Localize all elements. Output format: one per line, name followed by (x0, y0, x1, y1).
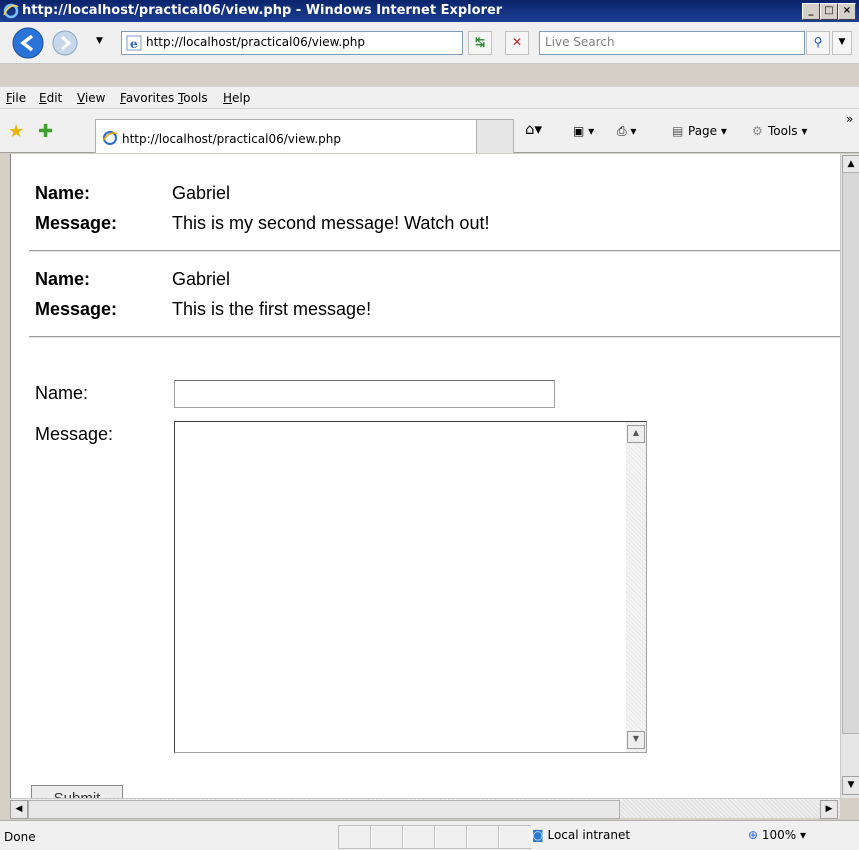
title-bar[interactable]: http://localhost/practical06/view.php - … (0, 0, 859, 22)
menu-file[interactable]: File (6, 91, 26, 105)
page-icon: e (126, 35, 142, 51)
status-panel (370, 825, 404, 849)
vertical-scroll-thumb[interactable] (842, 172, 859, 734)
page-horizontal-scrollbar[interactable]: ◀ ▶ (10, 798, 840, 819)
message-field-label: Message: (35, 424, 114, 444)
page-menu-icon: ▤ (672, 124, 684, 138)
message-text-value: This is my second message! Watch out! (172, 213, 490, 233)
command-toolbar: ★ ✚ http://localhost/practical06/view.ph… (0, 109, 859, 153)
favorites-star-icon[interactable]: ★ (8, 121, 24, 142)
status-panel (434, 825, 468, 849)
menu-bar: File Edit View Favorites Tools Help (0, 87, 859, 109)
address-text: http://localhost/practical06/view.php (146, 35, 365, 49)
feeds-icon[interactable]: ▣ ▾ (573, 124, 594, 138)
status-bar: Done ◙ Local intranet ⊕ 100% ▾ (0, 820, 859, 850)
page-tab-icon (102, 131, 118, 145)
message-text-value: This is the first message! (172, 299, 372, 319)
zoom-icon: ⊕ (748, 828, 759, 842)
tools-menu-button[interactable]: Tools ▾ (768, 124, 807, 138)
close-window-button[interactable]: × (838, 3, 856, 20)
status-panel (466, 825, 500, 849)
divider (29, 336, 840, 338)
print-icon[interactable]: ⎙ ▾ (617, 124, 636, 139)
scroll-up-icon[interactable]: ▲ (627, 425, 645, 443)
message-field[interactable]: ▲ ▼ (174, 421, 647, 753)
history-dropdown-icon[interactable]: ▼ (96, 36, 103, 46)
maximize-button[interactable]: □ (820, 3, 838, 20)
home-icon[interactable]: ⌂▾ (525, 120, 542, 138)
page-menu-button[interactable]: Page ▾ (688, 124, 727, 138)
intranet-icon: ◙ (532, 828, 544, 842)
horizontal-scroll-thumb[interactable] (28, 800, 620, 819)
svg-text:e: e (130, 37, 138, 51)
new-tab-button[interactable] (476, 119, 514, 153)
address-toolbar: ▼ e http://localhost/practical06/view.ph… (0, 22, 859, 64)
forward-icon[interactable] (52, 30, 78, 56)
message-text-label: Message: (35, 299, 118, 319)
name-field[interactable] (174, 380, 555, 408)
message-text-label: Message: (35, 213, 118, 233)
window-title: http://localhost/practical06/view.php - … (22, 3, 503, 18)
address-input[interactable]: e http://localhost/practical06/view.php … (121, 31, 583, 55)
submit-button[interactable]: Submit (31, 785, 123, 798)
zone-label: Local intranet (547, 828, 631, 842)
page-menu-label: Page (688, 124, 718, 138)
ie-logo-icon (3, 3, 19, 19)
refresh-icon[interactable]: ↹ (468, 31, 492, 55)
menu-view[interactable]: View (77, 91, 105, 105)
message-name-label: Name: (35, 183, 91, 203)
stop-icon[interactable]: ✕ (505, 31, 529, 55)
menu-edit[interactable]: Edit (39, 91, 62, 105)
status-panel (402, 825, 436, 849)
tools-menu-label: Tools (768, 124, 798, 138)
textarea-scrollbar[interactable]: ▲ ▼ (626, 422, 646, 752)
tools-gear-icon: ⚙ (752, 124, 763, 138)
status-text: Done (4, 830, 36, 844)
zoom-control[interactable]: ⊕ 100% ▾ (748, 828, 806, 842)
page-scroll-down-icon[interactable]: ▼ (842, 776, 859, 795)
search-icon[interactable]: ⚲ (806, 31, 830, 55)
page-vertical-scrollbar[interactable]: ▲ ▼ (840, 154, 859, 798)
divider (29, 250, 840, 252)
zoom-level: 100% (761, 828, 797, 842)
message-name-value: Gabriel (172, 183, 231, 203)
tab-title: http://localhost/practical06/view.php (122, 132, 341, 146)
add-favorites-icon[interactable]: ✚ (38, 121, 53, 142)
search-input[interactable]: Live Search (539, 31, 805, 55)
name-field-label: Name: (35, 383, 89, 403)
tab-current[interactable]: http://localhost/practical06/view.php (95, 119, 477, 153)
scroll-down-icon[interactable]: ▼ (627, 731, 645, 749)
status-panel (498, 825, 532, 849)
security-zone[interactable]: ◙ Local intranet (532, 828, 630, 842)
menu-tools[interactable]: Tools (178, 91, 208, 105)
page-scroll-right-icon[interactable]: ▶ (820, 800, 838, 819)
search-options-icon[interactable]: ▼ (832, 31, 852, 55)
page-scroll-left-icon[interactable]: ◀ (10, 800, 28, 819)
menu-favorites[interactable]: Favorites (120, 91, 174, 105)
page-content: Name: Gabriel Message: This is my second… (10, 154, 840, 798)
message-name-label: Name: (35, 269, 91, 289)
menu-help[interactable]: Help (223, 91, 250, 105)
back-icon[interactable] (12, 27, 44, 59)
status-panel (338, 825, 372, 849)
minimize-button[interactable]: _ (802, 3, 820, 20)
more-commands-icon[interactable]: » (846, 112, 853, 126)
search-placeholder: Live Search (545, 35, 615, 49)
message-name-value: Gabriel (172, 269, 231, 289)
